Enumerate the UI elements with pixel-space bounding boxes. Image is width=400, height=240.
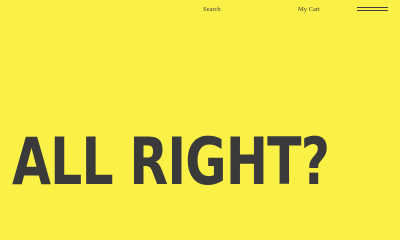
top-navigation: Search My Cart <box>0 0 400 20</box>
hero-headline: ALL RIGHT? <box>12 124 330 201</box>
menu-line-top <box>357 7 388 8</box>
my-cart-link[interactable]: My Cart <box>298 6 320 13</box>
menu-line-bottom <box>357 10 388 11</box>
menu-button[interactable] <box>357 6 388 12</box>
search-link[interactable]: Search <box>203 6 221 13</box>
